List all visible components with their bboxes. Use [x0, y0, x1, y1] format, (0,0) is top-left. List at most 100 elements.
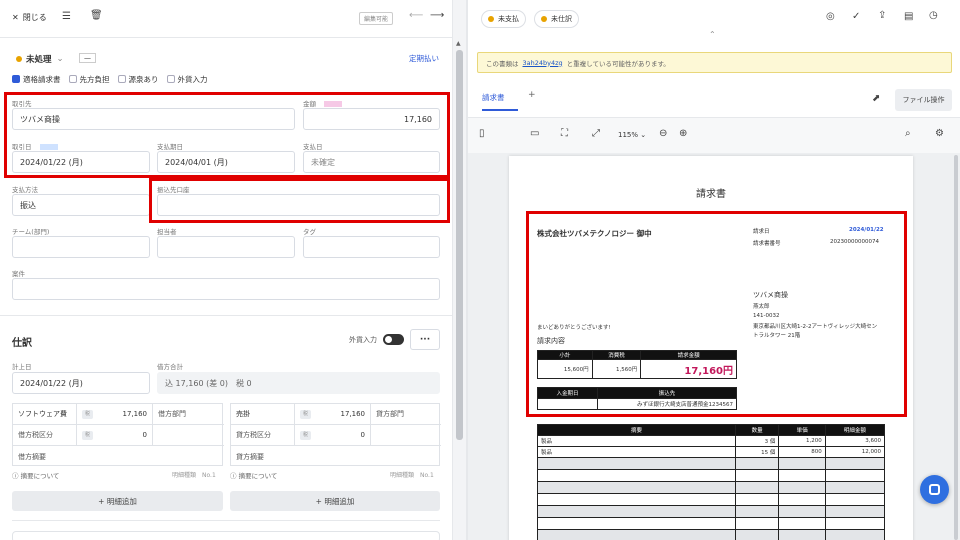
page-icon[interactable]: ▭: [530, 128, 539, 139]
debit-dept[interactable]: 借方部門: [153, 404, 224, 425]
zoom-select[interactable]: 115% ⌄: [618, 131, 646, 139]
fit-icon[interactable]: ⛶: [561, 128, 568, 139]
trash-icon[interactable]: 🗑: [90, 10, 103, 21]
subject-field[interactable]: [12, 278, 440, 300]
zoom-in-icon[interactable]: ⊕: [679, 128, 687, 139]
fx-toggle[interactable]: [383, 334, 404, 345]
user-icon[interactable]: ◎: [826, 11, 835, 22]
duplicate-notice: この書類は 3ah24by4zg と重複している可能性があります。: [477, 52, 952, 73]
team-field[interactable]: [12, 236, 150, 258]
tag-field[interactable]: [303, 236, 440, 258]
scroll-up-icon[interactable]: ▲: [456, 40, 461, 47]
status-dot: [16, 56, 22, 62]
status-dot: [541, 16, 547, 22]
checkbox-icon: [117, 75, 126, 83]
post-date-field[interactable]: 2024/01/22 (月): [12, 372, 150, 394]
method-field[interactable]: 振込: [12, 194, 150, 216]
left-scrollbar-track[interactable]: ▲: [452, 0, 466, 540]
credit-note[interactable]: ⓘ 摘要について: [230, 470, 277, 480]
method-label: 支払方法: [12, 186, 38, 194]
item-amount: 12,000: [824, 446, 886, 458]
left-scrollbar-thumb[interactable]: [456, 50, 463, 440]
item-row-empty: [537, 529, 886, 540]
close-button[interactable]: ✕ 閉じる: [12, 12, 47, 23]
debit-tax[interactable]: 借方税区分: [13, 425, 77, 446]
add-line-button-right[interactable]: + 明細追加: [230, 491, 440, 511]
credit-tax-amount[interactable]: 税0: [295, 425, 371, 446]
credit-dept[interactable]: 貸方部門: [371, 404, 441, 425]
tag-label: タグ: [303, 228, 316, 236]
periodic-link[interactable]: 定期払い: [409, 53, 439, 64]
check-sender-burden[interactable]: 先方負担: [68, 74, 110, 85]
tax-chip: 税: [82, 409, 93, 419]
item-header: 摘要: [537, 424, 736, 436]
divider: [0, 315, 452, 316]
highlight-box: [526, 211, 907, 417]
check-icon[interactable]: ✓: [852, 11, 860, 22]
document-viewer: 請求書 株式会社ツバメテクノロジー 御中 請求日 2024/01/22 請求書番…: [468, 153, 960, 540]
debit-note[interactable]: ⓘ 摘要について: [12, 470, 59, 480]
credit-table: 売掛 税 17,160 貸方部門 貸方税区分 税0 貸方摘要: [230, 403, 441, 467]
expand-icon[interactable]: ⤢: [592, 128, 600, 139]
journal-title: 仕訳: [12, 338, 32, 349]
toggle-knob: [385, 336, 392, 343]
debit-amount[interactable]: 税 17,160: [77, 404, 153, 425]
left-panel: ✕ 閉じる ☰ 🗑 編集可能 ⟵ ⟶ 未処理 ⌄ — 定期払い 適格請求書 先方負…: [0, 0, 452, 540]
sidebar-toggle-icon[interactable]: ▯: [479, 128, 485, 139]
zoom-out-icon[interactable]: ⊖: [659, 128, 667, 139]
share-icon[interactable]: ⇪: [878, 10, 886, 21]
more-button[interactable]: ···: [410, 329, 440, 350]
item-amount: 3,600: [824, 435, 886, 447]
credit-account[interactable]: 売掛: [231, 404, 295, 425]
file-operation-button[interactable]: ファイル操作: [895, 89, 952, 111]
debit-account[interactable]: ソフトウェア費: [13, 404, 77, 425]
tab-add-button[interactable]: +: [528, 90, 536, 100]
item-row-empty: [537, 457, 886, 470]
status-dot: [488, 16, 494, 22]
debit-tax-amount[interactable]: 税0: [77, 425, 153, 446]
item-qty: 15 個: [734, 446, 780, 458]
menu-icon[interactable]: ☰: [62, 11, 71, 22]
checkbox-icon: [68, 75, 77, 83]
fx-label: 外貨入力: [349, 336, 377, 344]
tax-chip: 税: [300, 430, 311, 440]
check-foreign[interactable]: 外貨入力: [166, 74, 208, 85]
bottom-card: [12, 531, 440, 540]
tab-invoice[interactable]: 請求書: [482, 92, 518, 111]
status-dropdown[interactable]: 未処理 ⌄: [16, 53, 64, 65]
collapse-chevron-icon[interactable]: ⌃: [709, 30, 716, 39]
total-label: 借方合計: [157, 363, 183, 371]
credit-memo[interactable]: 貸方摘要: [231, 446, 441, 467]
item-row: 製品 3 個 1,200 3,600: [537, 435, 886, 447]
tax-chip: 税: [82, 430, 93, 440]
tag-unpaid[interactable]: 未支払: [481, 10, 526, 28]
item-row: 製品 15 個 800 12,000: [537, 446, 886, 458]
credit-amount[interactable]: 税 17,160: [295, 404, 371, 425]
viewer-scrollbar-thumb[interactable]: [954, 155, 958, 540]
person-field[interactable]: [157, 236, 295, 258]
item-price: 800: [778, 446, 826, 458]
add-line-button-left[interactable]: + 明細追加: [12, 491, 223, 511]
credit-tax[interactable]: 貸方税区分: [231, 425, 295, 446]
item-row-empty: [537, 517, 886, 530]
chat-icon: [929, 484, 940, 495]
chevron-down-icon: ⌄: [56, 54, 64, 64]
debit-blank: [153, 425, 224, 446]
clock-icon[interactable]: ◷: [929, 10, 938, 21]
status-dash-button[interactable]: —: [79, 53, 96, 63]
comment-icon[interactable]: ▤: [904, 11, 913, 22]
debit-memo[interactable]: 借方摘要: [13, 446, 224, 467]
chat-button[interactable]: [920, 475, 949, 504]
gear-icon[interactable]: ⚙: [935, 128, 944, 139]
right-panel: 未支払 未仕訳 ◎ ✓ ⇪ ▤ ◷ ⌃ この書類は 3ah24by4zg と重複…: [468, 0, 960, 540]
search-icon[interactable]: ⌕: [905, 128, 911, 139]
check-qualified[interactable]: 適格請求書: [12, 74, 61, 85]
item-row-empty: [537, 505, 886, 518]
next-arrow-icon[interactable]: ⟶: [430, 10, 444, 21]
duplicate-link[interactable]: 3ah24by4zg: [523, 59, 563, 67]
prev-arrow-icon[interactable]: ⟵: [409, 10, 423, 21]
tag-unjournaled[interactable]: 未仕訳: [534, 10, 579, 28]
external-link-icon[interactable]: ⬈: [872, 93, 880, 104]
check-withholding[interactable]: 源泉あり: [117, 74, 159, 85]
item-price: 1,200: [778, 435, 826, 447]
